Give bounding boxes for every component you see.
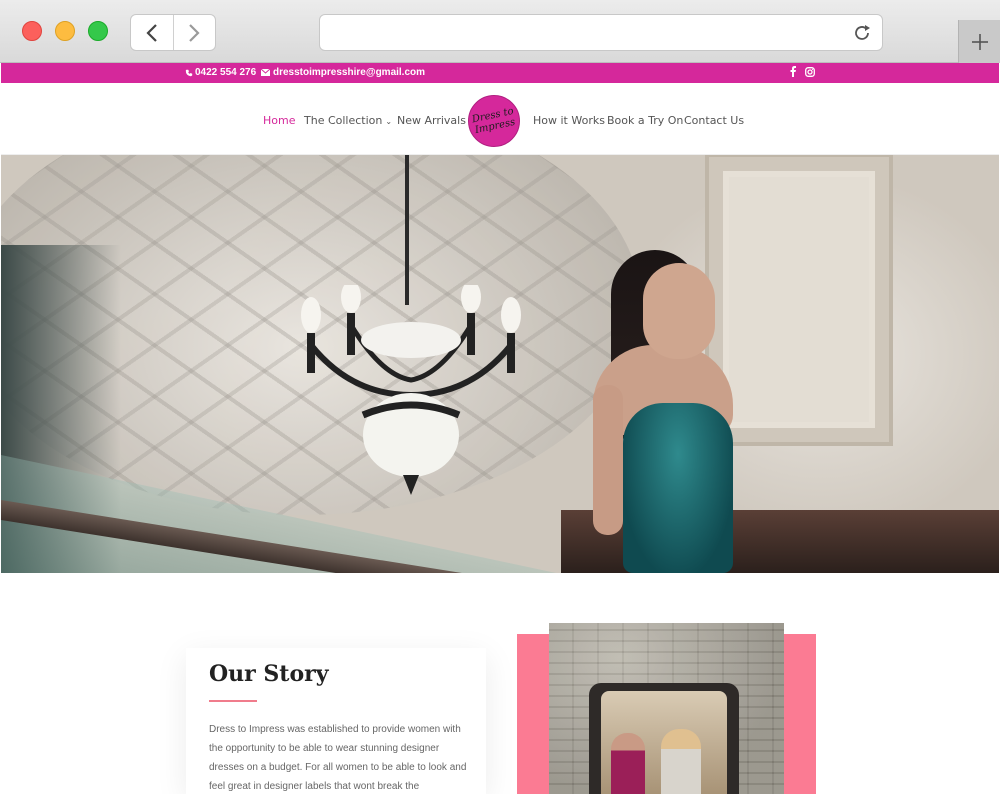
social-links [790, 66, 815, 77]
nav-how-it-works[interactable]: How it Works [533, 114, 605, 127]
reload-icon [855, 25, 870, 40]
hero-image [1, 155, 999, 573]
chevron-down-icon: ⌄ [385, 117, 393, 126]
logo-text: Dress to Impress [471, 105, 517, 137]
address-bar[interactable] [319, 14, 883, 51]
photo-model-right [661, 729, 701, 794]
phone-link[interactable]: 0422 554 276 [185, 67, 256, 78]
our-story-card: Our Story Dress to Impress was establish… [186, 648, 486, 794]
back-button[interactable] [131, 15, 173, 50]
nav-new-arrivals[interactable]: New Arrivals [397, 114, 466, 127]
hero-model-face [643, 263, 715, 359]
hero-chandelier-chain [405, 155, 409, 305]
hero-wall-frame [709, 157, 889, 442]
story-heading: Our Story [209, 661, 329, 687]
story-photo [549, 623, 784, 794]
phone-number: 0422 554 276 [195, 67, 257, 78]
nav-home[interactable]: Home [263, 114, 295, 127]
main-navigation: Home The Collection ⌄ New Arrivals Dress … [1, 83, 999, 155]
email-address: dresstoimpresshire@gmail.com [273, 67, 426, 78]
page-viewport: 0422 554 276 dresstoimpresshire@gmail.co… [1, 63, 999, 794]
email-link[interactable]: dresstoimpresshire@gmail.com [261, 67, 425, 78]
forward-button[interactable] [172, 15, 216, 50]
minimize-window-button[interactable] [55, 21, 75, 41]
hero-model-dress [623, 403, 733, 573]
nav-contact-us[interactable]: Contact Us [684, 114, 744, 127]
phone-icon [185, 69, 193, 76]
nav-book-a-try-on[interactable]: Book a Try On [607, 114, 683, 127]
maximize-window-button[interactable] [88, 21, 108, 41]
back-icon [146, 23, 157, 42]
facebook-icon[interactable] [790, 66, 796, 77]
photo-model-left [611, 733, 645, 794]
chandelier-illustration [301, 285, 521, 495]
hero-model-arm [593, 385, 623, 535]
reload-button[interactable] [852, 23, 872, 48]
story-divider [209, 700, 257, 702]
site-logo[interactable]: Dress to Impress [468, 95, 520, 147]
instagram-icon[interactable] [805, 66, 815, 77]
browser-toolbar [0, 0, 1000, 63]
nav-the-collection-label: The Collection [304, 114, 383, 127]
close-window-button[interactable] [22, 21, 42, 41]
new-tab-icon [971, 33, 988, 50]
envelope-icon [261, 69, 270, 76]
history-nav [130, 14, 216, 51]
new-tab-button[interactable] [958, 20, 1000, 63]
nav-the-collection[interactable]: The Collection ⌄ [304, 114, 392, 127]
contact-bar: 0422 554 276 dresstoimpresshire@gmail.co… [1, 63, 999, 83]
forward-icon [189, 23, 200, 42]
story-paragraph: Dress to Impress was established to prov… [209, 724, 467, 792]
